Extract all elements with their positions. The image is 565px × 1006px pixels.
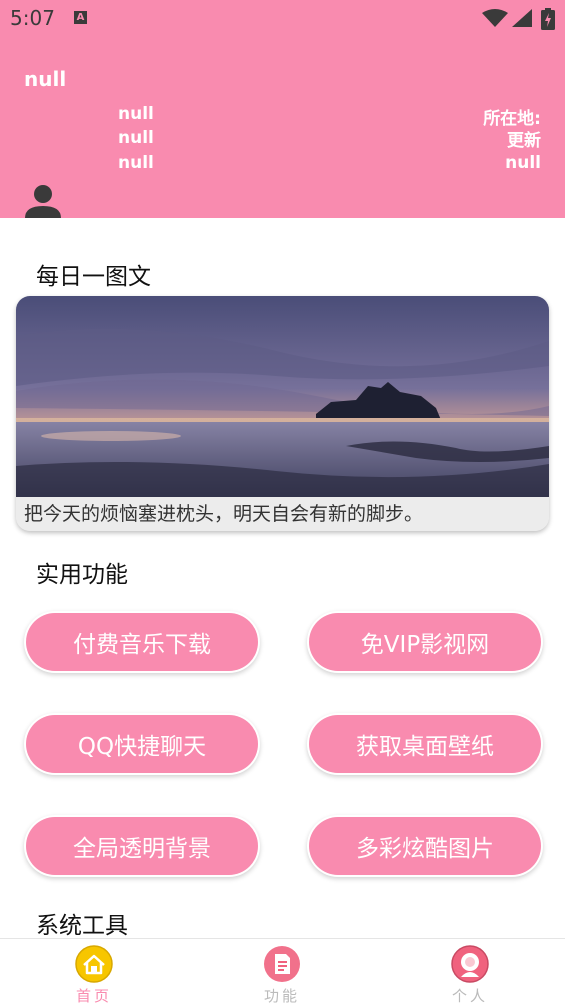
status-bar: 5:07 A	[0, 0, 565, 40]
nav-item-profile[interactable]: 个人	[410, 939, 530, 1005]
system-tools-section-title: 系统工具	[36, 913, 128, 939]
get-wallpaper-button[interactable]: 获取桌面壁纸	[309, 715, 541, 773]
wifi-icon	[482, 9, 508, 27]
paid-music-download-button[interactable]: 付费音乐下载	[26, 613, 258, 671]
user-info-line-1: null	[118, 104, 154, 124]
a-icon: A	[74, 11, 87, 24]
user-name: null	[24, 67, 67, 91]
daily-caption: 把今天的烦恼塞进枕头，明天自会有新的脚步。	[16, 497, 549, 531]
transparent-background-button[interactable]: 全局透明背景	[26, 817, 258, 875]
nav-label-home: 首页	[75, 987, 112, 1005]
profile-header: 5:07 A null null null null 所在地: 更新 null	[0, 0, 565, 218]
daily-section-title: 每日一图文	[36, 264, 151, 290]
refresh-button[interactable]: 更新	[507, 126, 541, 151]
colorful-images-button[interactable]: 多彩炫酷图片	[309, 817, 541, 875]
nav-item-features[interactable]: 功能	[222, 939, 342, 1005]
daily-image-card[interactable]: 把今天的烦恼塞进枕头，明天自会有新的脚步。	[16, 296, 549, 531]
status-time: 5:07	[10, 6, 55, 30]
nav-label-features: 功能	[263, 987, 300, 1005]
features-section-title: 实用功能	[36, 562, 128, 588]
person-icon	[451, 945, 489, 983]
qq-quick-chat-button[interactable]: QQ快捷聊天	[26, 715, 258, 773]
nav-label-profile: 个人	[451, 987, 488, 1005]
location-value: null	[505, 153, 541, 173]
document-icon	[264, 946, 300, 982]
daily-landscape-image	[16, 296, 549, 501]
battery-icon	[541, 8, 555, 30]
vip-video-button[interactable]: 免VIP影视网	[309, 613, 541, 671]
nav-item-home[interactable]: 首页	[34, 939, 154, 1005]
user-info-line-2: null	[118, 128, 154, 148]
home-icon	[75, 945, 113, 983]
signal-icon	[512, 9, 532, 27]
avatar-icon[interactable]	[24, 184, 62, 218]
bottom-navigation: 首页 功能 个人	[0, 938, 565, 1005]
user-info-line-3: null	[118, 153, 154, 173]
